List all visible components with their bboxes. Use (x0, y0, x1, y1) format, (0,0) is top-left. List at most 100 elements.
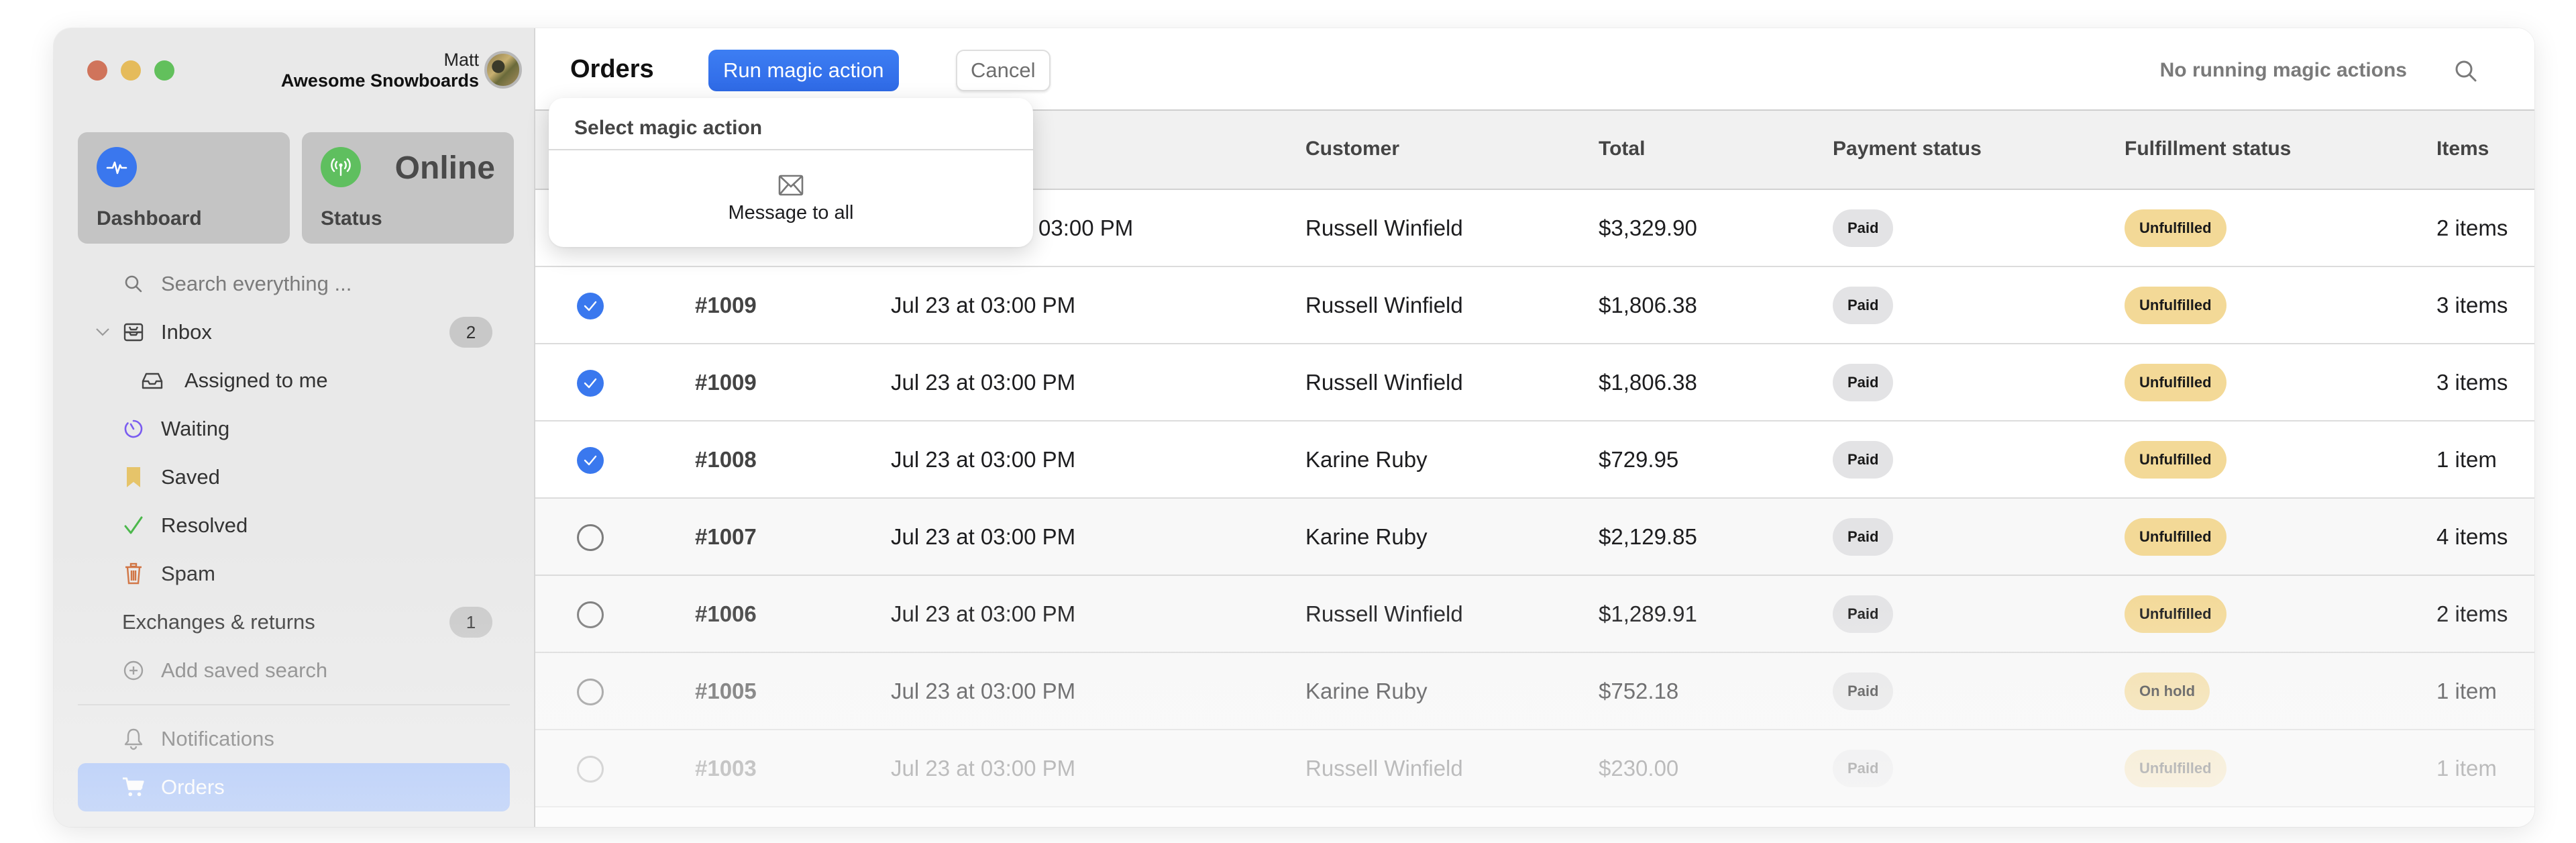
fulfillment-status-cell: Unfulfilled (2125, 422, 2226, 497)
sidebar-item-notifications[interactable]: Notifications (54, 715, 534, 763)
fulfillment-status-badge: On hold (2125, 672, 2210, 710)
column-header-items[interactable]: Items (2436, 138, 2489, 160)
app-window: Matt Awesome Snowboards Dashboard Online… (54, 28, 2534, 827)
order-number[interactable]: #1007 (695, 499, 757, 575)
row-checkbox[interactable] (577, 679, 604, 705)
row-checkbox-checked[interactable] (577, 293, 604, 319)
payment-status-badge: Paid (1833, 209, 1894, 247)
fulfillment-status-badge: Unfulfilled (2125, 286, 2226, 324)
item-count: 3 items (2436, 292, 2508, 317)
sidebar-item-spam[interactable]: Spam (54, 550, 534, 598)
order-total: $729.95 (1599, 446, 1679, 472)
payment-status-badge: Paid (1833, 286, 1894, 324)
run-magic-action-button[interactable]: Run magic action (708, 50, 899, 91)
order-total: $1,806.38 (1599, 369, 1697, 395)
payment-status-badge: Paid (1833, 363, 1894, 401)
row-checkbox[interactable] (577, 756, 604, 783)
sidebar-item-label: Exchanges & returns (122, 610, 315, 634)
table-row[interactable]: #1009 Jul 23 at 03:00 PM Russell Winfield $… (535, 344, 2534, 422)
summary-tiles: Dashboard Online Status (78, 132, 514, 244)
search-icon (2455, 60, 2477, 82)
add-saved-search-button[interactable]: Add saved search (54, 646, 534, 695)
row-checkbox-checked[interactable] (577, 447, 604, 474)
table-row[interactable]: #1006 Jul 23 at 03:00 PM Russell Winfield $… (535, 576, 2534, 653)
avatar[interactable] (484, 51, 522, 89)
payment-status-badge: Paid (1833, 517, 1894, 556)
minimize-window-button[interactable] (121, 60, 141, 81)
table-row[interactable]: #1008 Jul 23 at 03:00 PM Karine Ruby $729.9… (535, 422, 2534, 499)
order-date: Jul 23 at 03:00 PM (891, 369, 1076, 395)
item-count: 1 item (2436, 446, 2497, 472)
payment-status-badge: Paid (1833, 595, 1894, 633)
order-date: Jul 23 at 03:00 PM (891, 524, 1076, 549)
fulfillment-status-badge: Unfulfilled (2125, 517, 2226, 556)
bell-icon (122, 728, 145, 750)
table-row[interactable]: #1009 Jul 23 at 03:00 PM Russell Winfield $… (535, 267, 2534, 344)
row-checkbox[interactable] (577, 601, 604, 628)
table-row[interactable]: #1003 Jul 23 at 03:00 PM Russell Winfield $… (535, 730, 2534, 807)
zoom-window-button[interactable] (154, 60, 174, 81)
shopping-cart-icon (122, 776, 145, 799)
payment-status-cell: Paid (1833, 190, 1894, 266)
cancel-button[interactable]: Cancel (956, 50, 1051, 91)
table-row[interactable]: #1007 Jul 23 at 03:00 PM Karine Ruby $2,129… (535, 499, 2534, 576)
fulfillment-status-badge: Unfulfilled (2125, 209, 2226, 247)
fulfillment-status-cell: Unfulfilled (2125, 499, 2226, 575)
checkmark-icon (584, 301, 597, 311)
trash-icon (122, 562, 145, 585)
message-to-all-action[interactable]: Message to all (549, 150, 1033, 247)
column-header-customer[interactable]: Customer (1305, 138, 1399, 160)
sidebar-item-label: Assigned to me (184, 368, 328, 392)
inbox-tray-icon (122, 321, 145, 344)
main-content: Orders Run magic action Cancel No runnin… (535, 28, 2534, 827)
sidebar-item-orders[interactable]: Orders (78, 763, 510, 811)
close-window-button[interactable] (87, 60, 107, 81)
row-checkbox-checked[interactable] (577, 370, 604, 397)
item-count: 3 items (2436, 369, 2508, 395)
dashboard-tile[interactable]: Dashboard (78, 132, 290, 244)
order-total: $2,129.85 (1599, 524, 1697, 549)
fulfillment-status-badge: Unfulfilled (2125, 749, 2226, 787)
fulfillment-status-cell: Unfulfilled (2125, 344, 2226, 420)
row-checkbox[interactable] (577, 524, 604, 551)
sidebar-item-waiting[interactable]: Waiting (54, 405, 534, 453)
column-header-fulfillment-status[interactable]: Fulfillment status (2125, 138, 2291, 160)
sidebar-item-assigned-to-me[interactable]: Assigned to me (54, 356, 534, 405)
fulfillment-status-badge: Unfulfilled (2125, 440, 2226, 479)
account-info[interactable]: Matt Awesome Snowboards (281, 50, 479, 91)
customer-name: Karine Ruby (1305, 524, 1428, 549)
plus-circle-icon (122, 659, 145, 682)
sidebar-item-inbox[interactable]: Inbox 2 (54, 308, 534, 356)
customer-name: Russell Winfield (1305, 601, 1463, 626)
orders-table-body: 03:00 PM Russell Winfield $3,329.90 Paid Unf… (535, 190, 2534, 807)
search-input[interactable]: Search everything ... (161, 272, 352, 296)
order-total: $1,806.38 (1599, 292, 1697, 317)
antenna-signal-icon (321, 147, 361, 187)
order-number[interactable]: #1009 (695, 344, 757, 420)
order-total: $752.18 (1599, 678, 1679, 703)
sidebar-search[interactable]: Search everything ... (54, 260, 534, 308)
chevron-down-icon[interactable] (95, 324, 110, 341)
search-button[interactable] (2453, 58, 2479, 85)
payment-status-badge: Paid (1833, 440, 1894, 479)
sidebar-item-resolved[interactable]: Resolved (54, 501, 534, 550)
order-number[interactable]: #1008 (695, 422, 757, 497)
column-header-payment-status[interactable]: Payment status (1833, 138, 1982, 160)
payment-status-cell: Paid (1833, 653, 1894, 729)
item-count: 1 item (2436, 755, 2497, 781)
sidebar-item-exchanges-returns[interactable]: Exchanges & returns 1 (54, 598, 534, 646)
page-title: Orders (570, 55, 654, 83)
order-number[interactable]: #1005 (695, 653, 757, 729)
order-number[interactable]: #1009 (695, 267, 757, 343)
store-name: Awesome Snowboards (280, 70, 479, 91)
order-number[interactable]: #1003 (695, 730, 757, 806)
order-number[interactable]: #1006 (695, 576, 757, 652)
order-total: $3,329.90 (1599, 215, 1697, 240)
fulfillment-status-cell: On hold (2125, 653, 2210, 729)
fulfillment-status-cell: Unfulfilled (2125, 267, 2226, 343)
status-tile[interactable]: Online Status (302, 132, 514, 244)
column-header-total[interactable]: Total (1599, 138, 1645, 160)
sidebar-item-label: Resolved (161, 513, 248, 537)
table-row[interactable]: #1005 Jul 23 at 03:00 PM Karine Ruby $752.1… (535, 653, 2534, 730)
sidebar-item-saved[interactable]: Saved (54, 453, 534, 501)
